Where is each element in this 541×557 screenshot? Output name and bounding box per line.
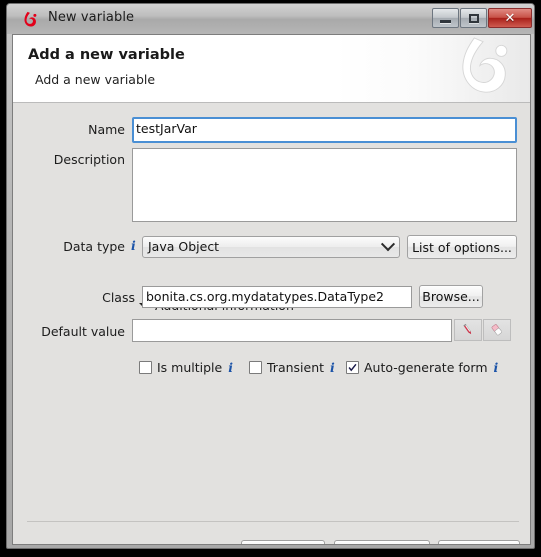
cancel-button[interactable]: Cancel <box>438 540 520 544</box>
auto-generate-form-info-icon[interactable]: i <box>494 360 499 375</box>
finish-button[interactable]: Finish <box>241 540 325 545</box>
finish-and-add-button[interactable]: Finish & Add <box>334 540 430 544</box>
title-bar[interactable]: New variable ✕ <box>7 4 534 34</box>
class-label: Class <box>102 290 135 305</box>
page-subtitle: Add a new variable <box>35 72 156 87</box>
bonita-logo-icon <box>21 10 41 30</box>
is-multiple-info-icon[interactable]: i <box>228 360 233 375</box>
page-title: Add a new variable <box>28 47 185 63</box>
default-value-label: Default value <box>41 324 125 339</box>
edit-default-value-button[interactable] <box>454 319 482 341</box>
clear-default-value-button[interactable] <box>483 319 511 341</box>
window-controls: ✕ <box>431 7 532 29</box>
pencil-icon <box>463 323 472 335</box>
maximize-button[interactable] <box>460 8 487 28</box>
close-button[interactable]: ✕ <box>488 8 532 28</box>
close-icon: ✕ <box>504 10 516 26</box>
checkbox-auto-generate-form[interactable]: Auto-generate form i <box>346 360 498 375</box>
dialog-client-area: Add a new variable Add a new variable Na… <box>12 34 531 545</box>
minimize-button[interactable] <box>432 8 459 28</box>
name-label: Name <box>88 122 125 137</box>
auto-generate-form-checkbox[interactable] <box>346 361 359 374</box>
is-multiple-checkbox[interactable] <box>139 361 152 374</box>
class-input[interactable]: bonita.cs.org.mydatatypes.DataType2 <box>142 286 412 308</box>
finish-label-rest: inish <box>271 544 300 545</box>
minimize-icon <box>440 20 451 23</box>
finish-mnemonic: F <box>265 544 271 545</box>
check-icon <box>348 363 357 372</box>
list-of-options-button[interactable]: List of options... <box>407 235 517 259</box>
maximize-icon <box>468 13 479 23</box>
transient-label: Transient <box>267 360 325 375</box>
transient-info-icon[interactable]: i <box>330 360 335 375</box>
dialog-header: Add a new variable Add a new variable <box>13 35 530 103</box>
description-label: Description <box>53 152 125 167</box>
data-type-combo[interactable]: Java Object <box>142 236 400 258</box>
browse-button[interactable]: Browse... <box>419 285 483 308</box>
default-value-input[interactable] <box>132 319 452 342</box>
chevron-down-icon <box>378 237 398 256</box>
checkbox-is-multiple[interactable]: Is multiple i <box>139 360 233 375</box>
name-input[interactable]: testJarVar <box>132 117 517 143</box>
footer-separator <box>27 521 519 522</box>
description-textarea[interactable] <box>132 148 517 222</box>
transient-checkbox[interactable] <box>249 361 262 374</box>
checkbox-transient[interactable]: Transient i <box>249 360 335 375</box>
data-type-info-icon[interactable]: i <box>131 238 136 253</box>
data-type-label: Data type <box>63 239 125 254</box>
is-multiple-label: Is multiple <box>157 360 223 375</box>
auto-generate-form-label: Auto-generate form <box>364 360 488 375</box>
bonita-watermark-logo <box>450 35 524 102</box>
eraser-icon <box>491 324 503 336</box>
dialog-window: New variable ✕ Add a new variable Add a … <box>6 3 535 549</box>
window-title: New variable <box>48 10 135 25</box>
data-type-selected-value: Java Object <box>148 239 220 254</box>
